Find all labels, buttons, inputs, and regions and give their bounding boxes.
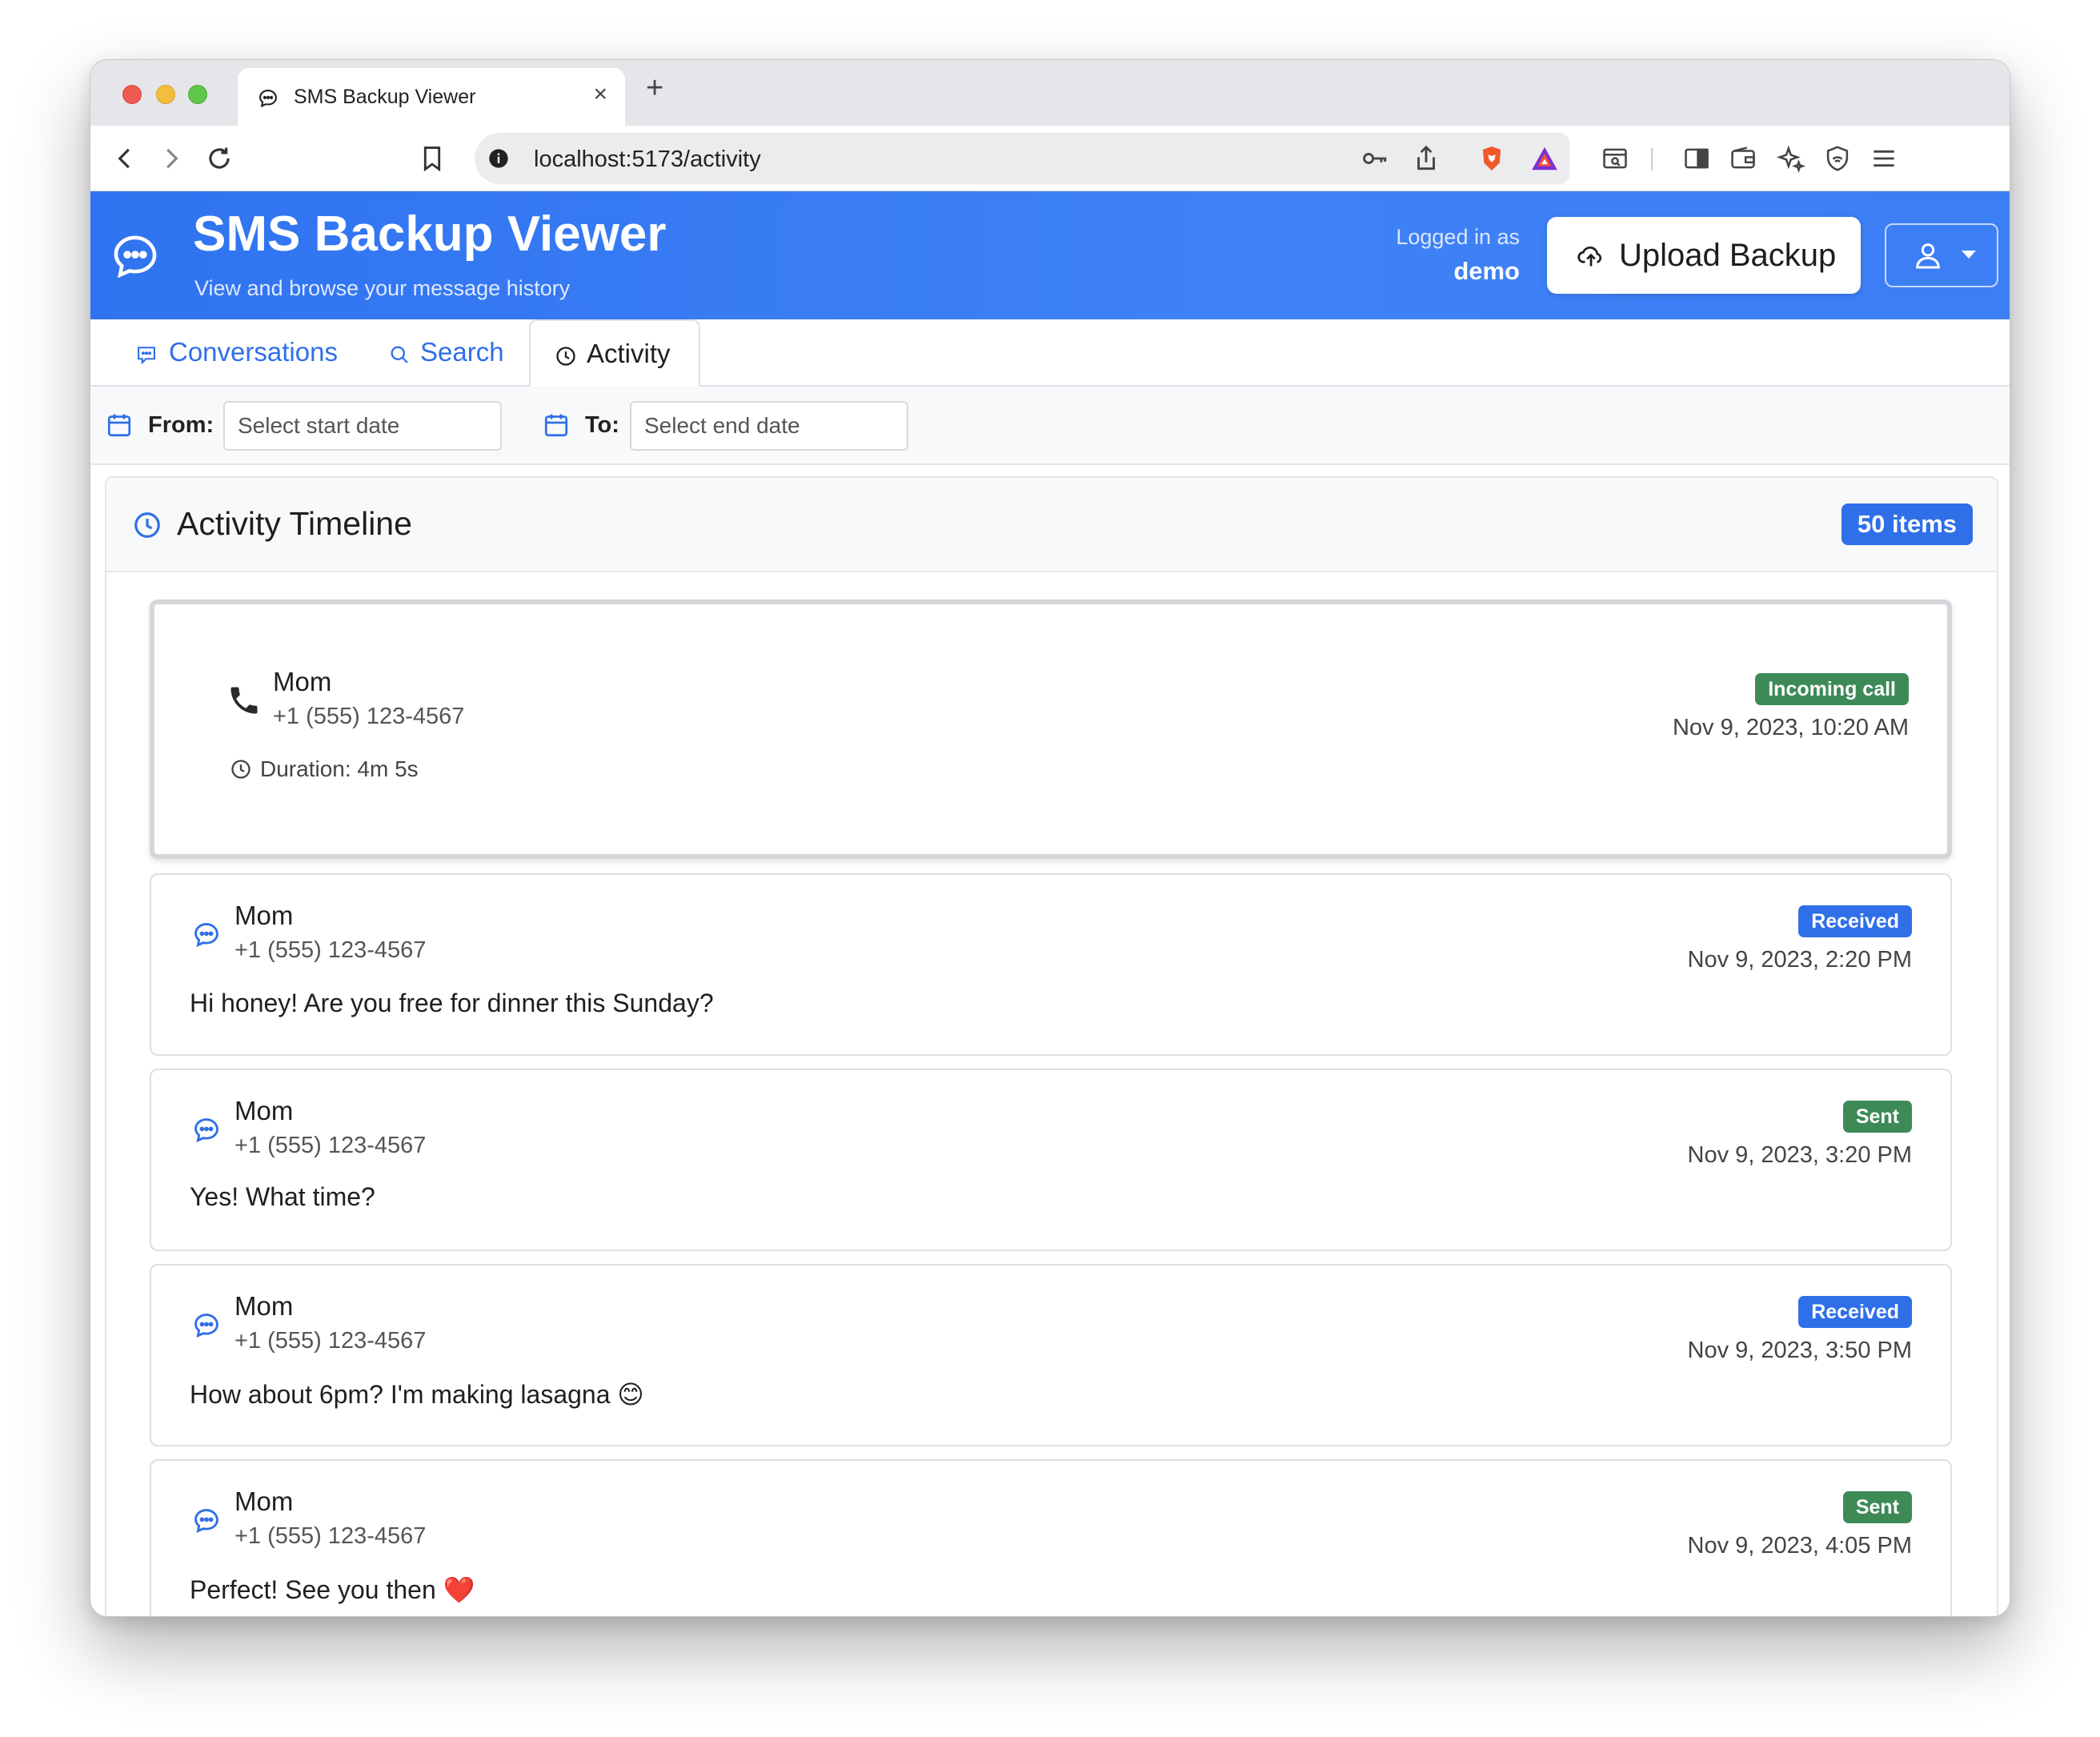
app-header: SMS Backup Viewer View and browse your m…	[90, 191, 2010, 319]
close-tab-icon[interactable]: ×	[593, 82, 607, 106]
main-nav-tabs: Conversations Search Activity	[90, 319, 2010, 388]
items-count-badge: 50 items	[1841, 503, 1973, 545]
entry-timestamp: Nov 9, 2023, 3:20 PM	[1687, 1142, 1913, 1168]
upload-backup-button[interactable]: Upload Backup	[1547, 217, 1861, 294]
user-menu-button[interactable]	[1885, 223, 1998, 287]
chat-bubble-icon	[194, 923, 218, 948]
contact-phone: +1 (555) 123-4567	[273, 704, 465, 729]
wallet-icon[interactable]	[1728, 143, 1758, 174]
calendar-icon	[107, 414, 131, 437]
calendar-icon	[544, 414, 568, 437]
entry-timestamp: Nov 9, 2023, 2:20 PM	[1687, 947, 1913, 973]
contact-name: Mom	[234, 901, 294, 930]
entry-timestamp: Nov 9, 2023, 4:05 PM	[1687, 1533, 1913, 1558]
chat-bubble-icon	[114, 235, 157, 279]
app-title: SMS Backup Viewer	[193, 207, 667, 262]
chevron-left-icon[interactable]	[110, 143, 140, 174]
timeline-entry-call[interactable]: Mom +1 (555) 123-4567 Duration: 4m 5s In…	[150, 600, 1952, 859]
timeline-title: Activity Timeline	[177, 505, 412, 542]
call-duration: Duration: 4m 5s	[260, 756, 419, 781]
status-badge: Sent	[1842, 1101, 1912, 1133]
tab-activity-label: Activity	[587, 339, 671, 368]
info-icon[interactable]	[487, 147, 510, 170]
upload-backup-label: Upload Backup	[1619, 238, 1837, 273]
end-date-input[interactable]	[630, 401, 908, 451]
card-header: Activity Timeline 50 items	[106, 478, 1997, 572]
minimize-window-button[interactable]	[156, 85, 175, 104]
status-badge: Sent	[1842, 1491, 1912, 1523]
reload-icon[interactable]	[204, 143, 234, 174]
chat-bubble-icon	[259, 90, 277, 108]
address-bar[interactable]: localhost:5173/activity	[475, 133, 1569, 184]
chevron-down-icon	[1962, 251, 1976, 259]
chat-bubble-icon	[194, 1509, 218, 1534]
chevron-right-icon[interactable]	[156, 143, 186, 174]
contact-phone: +1 (555) 123-4567	[234, 1328, 427, 1354]
key-icon[interactable]	[1360, 143, 1390, 174]
status-badge: Received	[1798, 1296, 1912, 1328]
timeline-entry-sms[interactable]: Mom +1 (555) 123-4567 Hi honey! Are you …	[150, 873, 1952, 1056]
timeline-entry-sms[interactable]: Mom +1 (555) 123-4567 How about 6pm? I'm…	[150, 1264, 1952, 1446]
browser-window: SMS Backup Viewer × + localhost:5173/act…	[90, 59, 2010, 1617]
message-body: Hi honey! Are you free for dinner this S…	[190, 989, 714, 1017]
brave-shield-icon[interactable]	[1477, 143, 1507, 174]
toolbar-divider	[1651, 148, 1653, 170]
date-filter-bar: From: To:	[90, 387, 2010, 465]
entry-timestamp: Nov 9, 2023, 10:20 AM	[1672, 715, 1909, 740]
logged-in-username: demo	[1453, 257, 1520, 285]
contact-name: Mom	[234, 1486, 294, 1516]
clock-icon	[134, 512, 160, 538]
share-icon[interactable]	[1411, 143, 1441, 174]
from-label: From:	[148, 412, 214, 438]
tab-search-label: Search	[420, 337, 504, 367]
start-date-input[interactable]	[223, 401, 502, 451]
contact-phone: +1 (555) 123-4567	[234, 1133, 427, 1158]
tab-strip: SMS Backup Viewer × +	[90, 60, 2010, 126]
zoom-window-button[interactable]	[188, 85, 207, 104]
tab-search[interactable]: Search	[90, 319, 529, 387]
clock-icon	[231, 760, 250, 779]
phone-icon	[230, 687, 258, 714]
contact-phone: +1 (555) 123-4567	[234, 937, 427, 963]
status-badge: Incoming call	[1755, 673, 1909, 705]
contact-name: Mom	[273, 667, 332, 696]
bookmark-icon[interactable]	[417, 143, 447, 174]
to-label: To:	[585, 412, 619, 438]
url-text[interactable]: localhost:5173/activity	[534, 146, 761, 173]
timeline-entry-sms[interactable]: Mom +1 (555) 123-4567 Yes! What time? Se…	[150, 1069, 1952, 1251]
status-badge: Received	[1798, 905, 1912, 937]
message-body: How about 6pm? I'm making lasagna 😊	[190, 1380, 644, 1409]
tab-activity[interactable]: Activity	[529, 319, 700, 388]
user-icon	[1916, 243, 1940, 269]
cloud-upload-icon	[1577, 247, 1602, 267]
logged-in-label: Logged in as	[1396, 225, 1520, 249]
entry-timestamp: Nov 9, 2023, 3:50 PM	[1687, 1338, 1913, 1363]
chat-bubble-icon	[194, 1314, 218, 1338]
message-body: Yes! What time?	[190, 1182, 375, 1211]
reader-icon[interactable]	[1600, 143, 1630, 174]
new-tab-button[interactable]: +	[646, 73, 663, 103]
close-window-button[interactable]	[122, 85, 142, 104]
chat-bubble-icon	[194, 1118, 218, 1143]
timeline-entry-sms[interactable]: Mom +1 (555) 123-4567 Perfect! See you t…	[150, 1459, 1952, 1616]
browser-tab[interactable]: SMS Backup Viewer ×	[238, 68, 625, 126]
sparkle-icon[interactable]	[1776, 143, 1806, 174]
activity-timeline-card: Activity Timeline 50 items Mom +1 (555) …	[105, 476, 1998, 1616]
contact-name: Mom	[234, 1291, 294, 1321]
clock-icon	[556, 347, 575, 366]
browser-toolbar: localhost:5173/activity	[90, 126, 2010, 191]
search-icon	[391, 346, 408, 363]
tab-title: SMS Backup Viewer	[294, 86, 476, 108]
message-body: Perfect! See you then ❤️	[190, 1575, 475, 1604]
app-subtitle: View and browse your message history	[194, 276, 571, 300]
hamburger-icon[interactable]	[1869, 143, 1899, 174]
sidebar-icon[interactable]	[1681, 143, 1712, 174]
triangle-icon[interactable]	[1529, 143, 1560, 174]
contact-phone: +1 (555) 123-4567	[234, 1523, 427, 1549]
vpn-shield-icon[interactable]	[1822, 143, 1853, 174]
contact-name: Mom	[234, 1096, 294, 1125]
